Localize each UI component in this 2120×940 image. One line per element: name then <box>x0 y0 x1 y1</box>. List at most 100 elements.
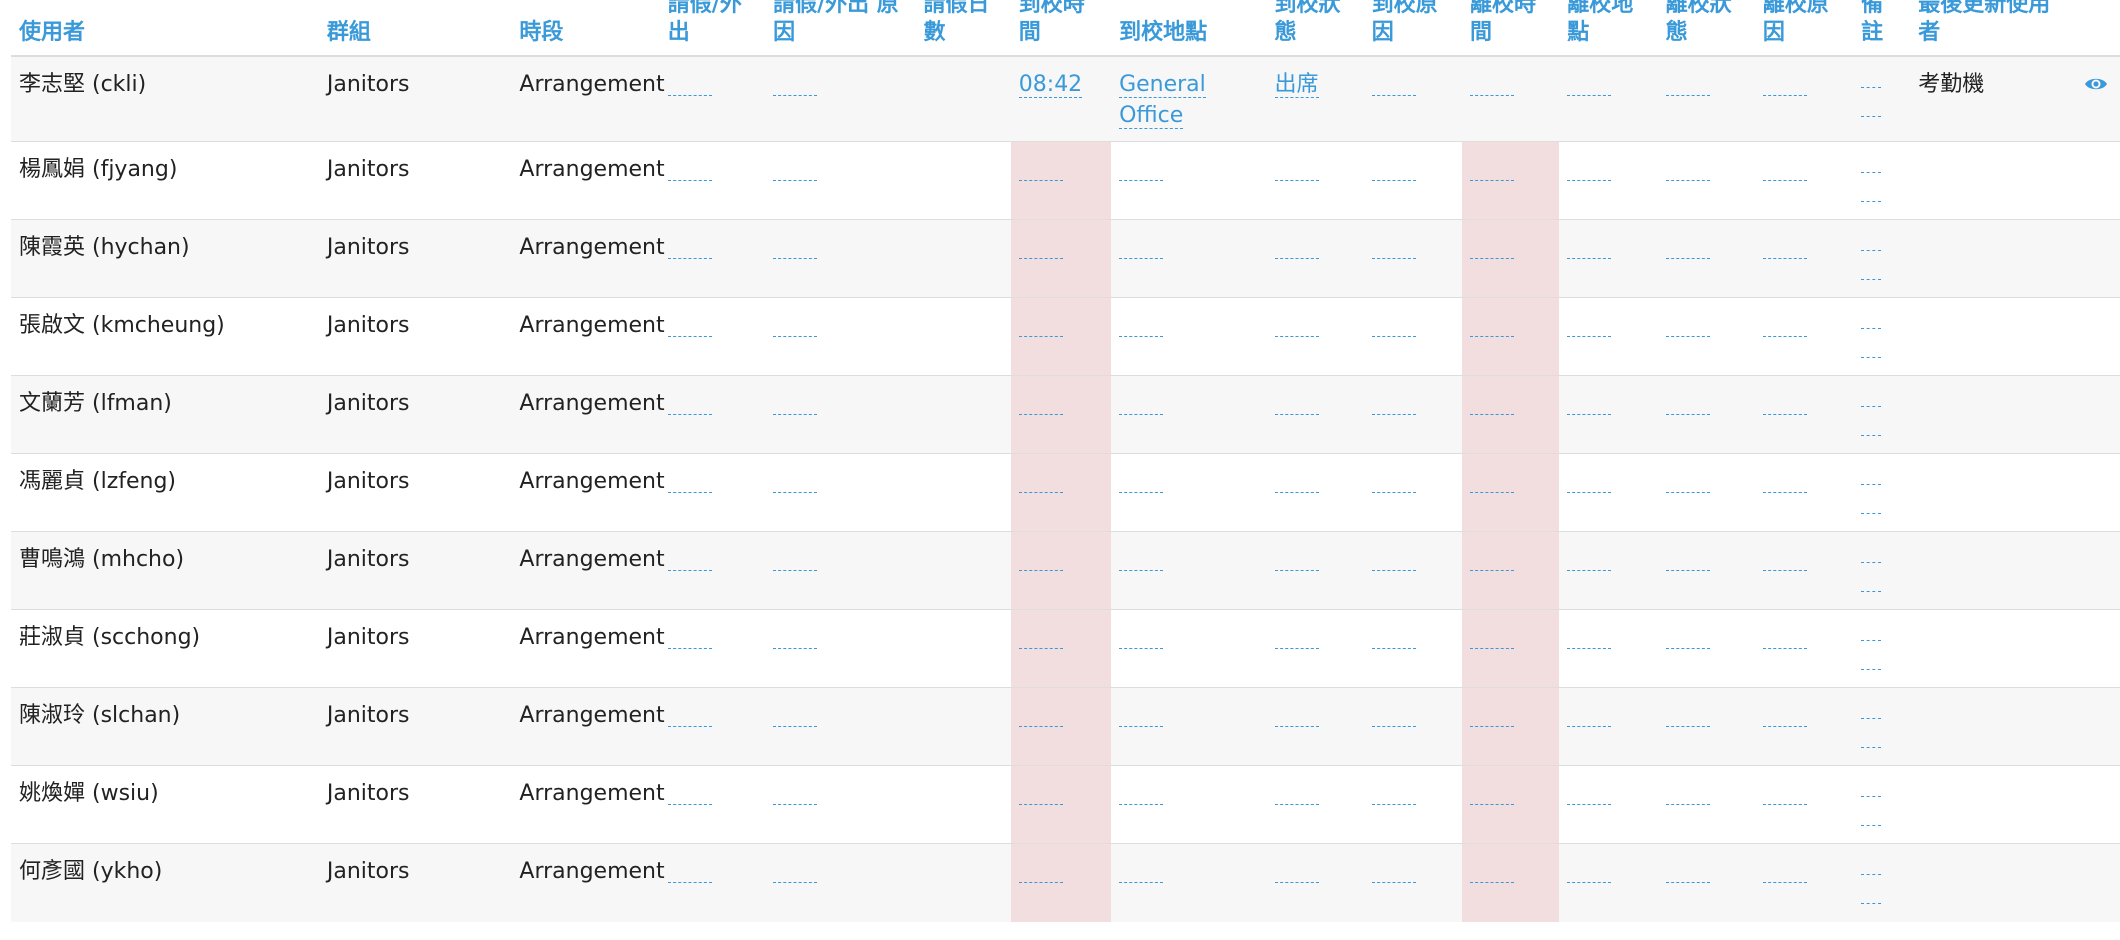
empty-editable[interactable] <box>1470 803 1515 805</box>
empty-editable[interactable] <box>1665 725 1710 727</box>
header-arrive-location[interactable]: 到校地點 <box>1111 0 1267 57</box>
empty-editable[interactable] <box>773 335 818 337</box>
empty-editable[interactable] <box>1665 413 1710 415</box>
empty-editable[interactable] <box>1567 647 1612 649</box>
empty-editable[interactable] <box>1470 94 1515 96</box>
empty-editable[interactable] <box>1371 491 1416 493</box>
empty-editable[interactable] <box>1567 257 1612 259</box>
empty-editable[interactable] <box>773 179 818 181</box>
empty-editable[interactable] <box>1762 94 1807 96</box>
empty-editable[interactable] <box>1762 491 1807 493</box>
header-leave-reason[interactable]: 請假/外出 原因 <box>765 0 916 57</box>
empty-editable[interactable] <box>1762 413 1807 415</box>
empty-editable[interactable] <box>1470 335 1515 337</box>
empty-editable[interactable] <box>1470 179 1515 181</box>
empty-editable[interactable] <box>773 94 818 96</box>
empty-editable[interactable] <box>667 725 712 727</box>
empty-editable[interactable] <box>1861 718 1882 719</box>
empty-editable[interactable] <box>1665 881 1710 883</box>
empty-editable[interactable] <box>1274 803 1319 805</box>
empty-editable[interactable] <box>1119 335 1164 337</box>
empty-editable[interactable] <box>1018 491 1063 493</box>
empty-editable[interactable] <box>1371 413 1416 415</box>
empty-editable[interactable] <box>1470 257 1515 259</box>
empty-editable[interactable] <box>1665 491 1710 493</box>
empty-editable[interactable] <box>1567 413 1612 415</box>
empty-editable[interactable] <box>1861 513 1882 514</box>
header-leave[interactable]: 請假/外出 <box>659 0 766 57</box>
empty-editable[interactable] <box>1861 669 1882 670</box>
empty-editable[interactable] <box>1371 881 1416 883</box>
empty-editable[interactable] <box>1665 335 1710 337</box>
empty-editable[interactable] <box>1567 725 1612 727</box>
empty-editable[interactable] <box>1567 335 1612 337</box>
empty-editable[interactable] <box>1567 491 1612 493</box>
empty-editable[interactable] <box>1470 647 1515 649</box>
empty-editable[interactable] <box>1567 569 1612 571</box>
empty-editable[interactable] <box>1274 881 1319 883</box>
header-arrive-time[interactable]: 到校時間 <box>1010 0 1112 57</box>
empty-editable[interactable] <box>1762 179 1807 181</box>
empty-editable[interactable] <box>1018 881 1063 883</box>
empty-editable[interactable] <box>773 491 818 493</box>
empty-editable[interactable] <box>1018 335 1063 337</box>
empty-editable[interactable] <box>1470 881 1515 883</box>
header-depart-time[interactable]: 離校時間 <box>1462 0 1560 57</box>
empty-editable[interactable] <box>773 569 818 571</box>
empty-editable[interactable] <box>1567 881 1612 883</box>
empty-editable[interactable] <box>1861 640 1882 641</box>
empty-editable[interactable] <box>1861 562 1882 563</box>
empty-editable[interactable] <box>1470 569 1515 571</box>
empty-editable[interactable] <box>1371 803 1416 805</box>
empty-editable[interactable] <box>1018 179 1063 181</box>
empty-editable[interactable] <box>667 257 712 259</box>
empty-editable[interactable] <box>1861 406 1882 407</box>
empty-editable[interactable] <box>1861 591 1882 592</box>
empty-editable[interactable] <box>1665 257 1710 259</box>
empty-editable[interactable] <box>1665 179 1710 181</box>
empty-editable[interactable] <box>1861 87 1882 88</box>
header-slot[interactable]: 時段 <box>511 0 660 57</box>
empty-editable[interactable] <box>1665 803 1710 805</box>
empty-editable[interactable] <box>667 569 712 571</box>
empty-editable[interactable] <box>1470 725 1515 727</box>
empty-editable[interactable] <box>1119 569 1164 571</box>
eye-icon[interactable] <box>2084 76 2108 92</box>
empty-editable[interactable] <box>1274 491 1319 493</box>
empty-editable[interactable] <box>1861 435 1882 436</box>
empty-editable[interactable] <box>1762 335 1807 337</box>
empty-editable[interactable] <box>1762 803 1807 805</box>
empty-editable[interactable] <box>1861 796 1882 797</box>
empty-editable[interactable] <box>773 725 818 727</box>
empty-editable[interactable] <box>1018 413 1063 415</box>
empty-editable[interactable] <box>1274 179 1319 181</box>
empty-editable[interactable] <box>1018 725 1063 727</box>
header-depart-status[interactable]: 離校狀態 <box>1657 0 1755 57</box>
empty-editable[interactable] <box>667 803 712 805</box>
empty-editable[interactable] <box>1371 725 1416 727</box>
empty-editable[interactable] <box>1119 725 1164 727</box>
empty-editable[interactable] <box>667 491 712 493</box>
empty-editable[interactable] <box>667 413 712 415</box>
empty-editable[interactable] <box>1119 491 1164 493</box>
empty-editable[interactable] <box>1861 279 1882 280</box>
empty-editable[interactable] <box>1119 881 1164 883</box>
empty-editable[interactable] <box>667 335 712 337</box>
empty-editable[interactable] <box>1567 94 1612 96</box>
empty-editable[interactable] <box>773 413 818 415</box>
empty-editable[interactable] <box>1861 328 1882 329</box>
empty-editable[interactable] <box>1119 647 1164 649</box>
empty-editable[interactable] <box>1274 647 1319 649</box>
empty-editable[interactable] <box>1861 201 1882 202</box>
empty-editable[interactable] <box>1861 747 1882 748</box>
empty-editable[interactable] <box>1567 803 1612 805</box>
header-arrive-reason[interactable]: 到校原因 <box>1363 0 1463 57</box>
empty-editable[interactable] <box>1018 257 1063 259</box>
empty-editable[interactable] <box>1861 903 1882 904</box>
empty-editable[interactable] <box>1371 257 1416 259</box>
empty-editable[interactable] <box>1861 874 1882 875</box>
empty-editable[interactable] <box>1274 413 1319 415</box>
empty-editable[interactable] <box>1762 569 1807 571</box>
arrive-status-link[interactable]: 出席 <box>1274 72 1319 98</box>
header-leave-days[interactable]: 請假日數 <box>915 0 1011 57</box>
